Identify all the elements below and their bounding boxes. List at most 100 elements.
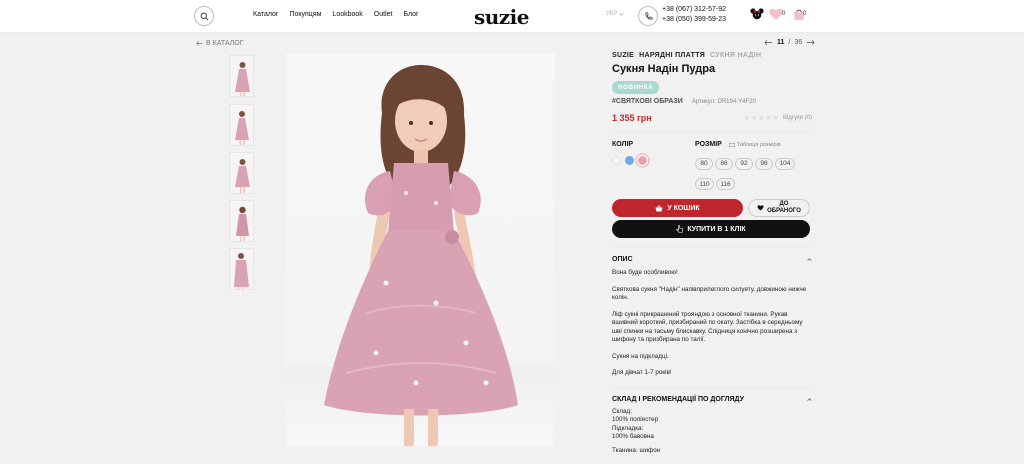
nav-item-buyers[interactable]: Покупцям: [289, 11, 321, 18]
size-option-98[interactable]: 98: [755, 157, 773, 170]
composition-line: Склад:: [612, 407, 632, 415]
site-header: Каталог Покупцям Lookbook Outlet Блог su…: [0, 0, 1024, 33]
nav-item-catalog[interactable]: Каталог: [253, 11, 278, 18]
arrow-left-icon: [196, 41, 203, 46]
size-option-86[interactable]: 86: [715, 157, 733, 170]
nav-item-outlet[interactable]: Outlet: [374, 11, 393, 18]
breadcrumb: SUZIE НАРЯДНІ ПЛАТТЯ СУКНЯ НАДІН: [612, 52, 812, 59]
thumbnail-3[interactable]: [229, 152, 254, 194]
call-button[interactable]: [638, 6, 658, 26]
divider: [612, 246, 812, 247]
size-table-link[interactable]: Таблиця розмірів: [728, 141, 781, 148]
back-to-catalog-link[interactable]: В КАТАЛОГ: [196, 40, 244, 47]
wishlist-count: 0: [782, 11, 786, 17]
divider: [612, 386, 812, 388]
heart-icon[interactable]: [769, 8, 783, 21]
product-accordion: ОПИС Вона буде особливою! Святкова сукня…: [612, 246, 812, 455]
ruler-icon: [728, 142, 735, 147]
article-number: Артикул: DR194-Y4F20: [691, 98, 756, 105]
next-arrow-icon[interactable]: [806, 40, 815, 45]
thumbnail-5[interactable]: [229, 248, 254, 290]
prev-arrow-icon[interactable]: [764, 40, 773, 45]
hand-pointer-icon: [676, 225, 683, 233]
chevron-up-icon: [807, 397, 812, 401]
language-label: УКР: [606, 11, 618, 17]
description-paragraph: Вона буде особливою!: [612, 269, 678, 276]
heart-icon: [757, 205, 764, 211]
breadcrumb-current: СУКНЯ НАДІН: [710, 52, 762, 59]
divider: [612, 131, 812, 132]
add-to-cart-label: У КОШИК: [667, 204, 700, 212]
buy-one-click-button[interactable]: КУПИТИ В 1 КЛІК: [612, 220, 810, 238]
chevron-down-icon: [619, 12, 624, 16]
new-badge: НОВИНКА: [612, 81, 660, 94]
composition-heading: СКЛАД І РЕКОМЕНДАЦІЇ ПО ДОГЛЯДУ: [612, 395, 744, 403]
main-nav: Каталог Покупцям Lookbook Outlet Блог: [253, 11, 419, 18]
buy-one-click-label: КУПИТИ В 1 КЛІК: [687, 225, 746, 233]
girl-in-dress-illustration: [324, 65, 518, 446]
size-option-116[interactable]: 116: [716, 178, 735, 190]
description-paragraph: Святкова сукня "Надін" напівприлеглого с…: [612, 285, 807, 302]
product-title: Сукня Надін Пудра: [612, 63, 716, 75]
breadcrumb-brand[interactable]: SUZIE: [612, 52, 634, 59]
search-button[interactable]: [194, 6, 214, 26]
size-option-80[interactable]: 80: [695, 157, 713, 170]
nav-item-lookbook[interactable]: Lookbook: [332, 11, 362, 18]
phone-number-2[interactable]: +38 (050) 399-59-23: [662, 15, 726, 25]
thumbnail-4[interactable]: [229, 200, 254, 242]
description-heading: ОПИС: [612, 256, 633, 263]
fabric-line: Тканина: шифон: [612, 446, 661, 454]
color-swatch-white[interactable]: [612, 156, 621, 165]
size-option-92[interactable]: 92: [735, 157, 753, 170]
description-paragraph: Сукня на підкладці.: [612, 352, 669, 360]
composition-line: Підкладка:: [612, 424, 644, 432]
color-label: КОЛІР: [612, 141, 634, 148]
favorites-label-line2: ОБРАНОГО: [767, 208, 801, 214]
description-paragraph: Для дівчат 1-7 років!: [612, 369, 672, 376]
color-swatch-pink-selected[interactable]: [638, 156, 647, 165]
price-row: 1 355 грн ★★★★★ Відгуки (0): [612, 113, 812, 123]
thumbnail-1[interactable]: [229, 55, 254, 97]
size-option-110[interactable]: 110: [695, 178, 714, 190]
breadcrumb-category[interactable]: НАРЯДНІ ПЛАТТЯ: [639, 52, 705, 59]
pager-separator: /: [788, 39, 791, 46]
favorites-label-line1: ДО: [779, 201, 789, 207]
color-selector: КОЛІР: [612, 141, 695, 193]
options-row: КОЛІР РОЗМІР Таблиця розмірів 80 86 92 98 10…: [612, 141, 812, 193]
description-paragraph: Ліф сукні прикрашений трояндою з основно…: [612, 310, 803, 344]
product-pager: 11 / 36: [764, 39, 815, 46]
phone-numbers: +38 (067) 312-57-92 +38 (050) 399-59-23: [662, 5, 726, 25]
add-to-cart-button[interactable]: У КОШИК: [612, 199, 743, 217]
reviews-link[interactable]: ★★★★★ Відгуки (0): [744, 114, 812, 122]
product-info-panel: SUZIE НАРЯДНІ ПЛАТТЯ СУКНЯ НАДІН Сукня Н…: [612, 52, 812, 454]
collection-tag[interactable]: #СВЯТКОВІ ОБРАЗИ: [612, 98, 683, 105]
mouse-character-icon[interactable]: [750, 7, 764, 26]
rating-stars-icon: ★★★★★: [743, 115, 780, 122]
back-link-label: В КАТАЛОГ: [206, 40, 244, 47]
reviews-label: Відгуки (0): [782, 115, 812, 121]
composition-line: 100% бавовна: [612, 433, 654, 440]
site-logo[interactable]: suzie: [474, 5, 529, 29]
pager-current: 11: [777, 39, 785, 46]
size-selector: РОЗМІР Таблиця розмірів 80 86 92 98 104 110 11…: [695, 141, 800, 193]
phone-icon: [644, 12, 652, 20]
size-option-104[interactable]: 104: [775, 157, 795, 170]
composition-line: 100% поліестер: [612, 416, 659, 423]
color-swatch-blue[interactable]: [625, 156, 634, 165]
chevron-up-icon: [807, 258, 812, 261]
thumbnail-2[interactable]: [229, 104, 254, 146]
add-to-favorites-button[interactable]: ДО ОБРАНОГО: [748, 199, 810, 217]
composition-section-toggle[interactable]: СКЛАД І РЕКОМЕНДАЦІЇ ПО ДОГЛЯДУ: [612, 396, 812, 403]
phone-number-1[interactable]: +38 (067) 312-57-92: [662, 5, 726, 15]
size-table-label: Таблиця розмірів: [736, 141, 781, 148]
basket-icon: [655, 204, 663, 211]
main-product-image[interactable]: [286, 53, 555, 446]
search-icon: [200, 12, 208, 20]
pager-total: 36: [794, 39, 803, 46]
description-section-toggle[interactable]: ОПИС: [612, 256, 812, 263]
language-switch[interactable]: УКР: [606, 11, 624, 17]
tag-article-row: #СВЯТКОВІ ОБРАЗИ Артикул: DR194-Y4F20: [612, 98, 812, 105]
cart-count: 0: [803, 11, 807, 17]
nav-item-blog[interactable]: Блог: [403, 11, 418, 18]
product-price: 1 355 грн: [612, 113, 652, 123]
